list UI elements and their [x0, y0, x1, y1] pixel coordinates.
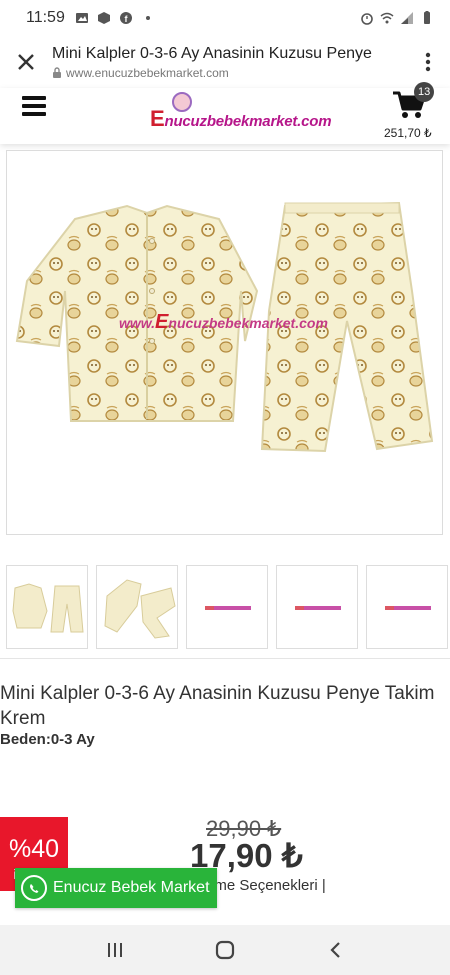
- cart-total: 251,70 ₺: [384, 126, 432, 140]
- thumbnail-3[interactable]: [186, 565, 268, 649]
- close-tab-button[interactable]: [0, 36, 52, 88]
- thumbnail-logo-image: [385, 606, 431, 610]
- alarm-icon: [361, 13, 373, 25]
- browser-menu-button[interactable]: [406, 36, 450, 88]
- recent-apps-icon: [108, 943, 122, 957]
- thumbnail-logo-image: [295, 606, 341, 610]
- system-icons: [360, 11, 434, 25]
- payment-options-link[interactable]: eme Seçenekleri |: [206, 877, 326, 894]
- system-nav-bar: [0, 925, 450, 975]
- back-button[interactable]: [315, 930, 355, 970]
- close-icon: [18, 54, 34, 70]
- section-divider: [0, 658, 450, 659]
- home-button[interactable]: [205, 930, 245, 970]
- page-title: Mini Kalpler 0-3-6 Ay Anasinin Kuzusu Pe…: [52, 44, 372, 62]
- thumbnail-logo-image: [205, 606, 251, 610]
- product-size: Beden:0-3 Ay: [0, 731, 95, 748]
- cart-count-badge: 13: [414, 82, 435, 102]
- logo-text: Enucuzbebekmarket.com: [150, 106, 332, 131]
- product-main-image[interactable]: www.Enucuzbebekmarket.com: [6, 150, 443, 535]
- app-root: 11:59 f Mini Kalpler 0-3-6 Ay Anasinin K…: [0, 0, 450, 975]
- thumbnail-4[interactable]: [276, 565, 358, 649]
- pajama-set-illustration: [15, 201, 434, 453]
- url-block[interactable]: Mini Kalpler 0-3-6 Ay Anasinin Kuzusu Pe…: [52, 45, 406, 80]
- whatsapp-label: Enucuz Bebek Market: [53, 879, 210, 896]
- more-vert-icon: [425, 52, 431, 72]
- gallery-icon: [75, 13, 88, 23]
- status-time: 11:59: [26, 9, 65, 26]
- thumbnail-5[interactable]: [366, 565, 448, 649]
- whatsapp-icon: [21, 875, 47, 901]
- package-icon: [97, 12, 110, 24]
- home-icon: [215, 940, 235, 960]
- cart-button[interactable]: 13: [392, 82, 435, 124]
- image-watermark: www.Enucuzbebekmarket.com: [119, 311, 328, 333]
- recent-apps-button[interactable]: [95, 930, 135, 970]
- dot-icon: [145, 16, 150, 20]
- site-logo[interactable]: Enucuzbebekmarket.com: [150, 92, 332, 132]
- wifi-icon: [380, 12, 394, 24]
- url-text: www.enucuzbebekmarket.com: [66, 65, 229, 80]
- thumbnail-pajama-image: [104, 579, 176, 639]
- thumbnail-strip: [0, 565, 450, 657]
- thumbnail-pajama-image: [12, 583, 84, 633]
- browser-toolbar: Mini Kalpler 0-3-6 Ay Anasinin Kuzusu Pe…: [0, 36, 450, 88]
- status-bar: 11:59 f: [0, 0, 450, 36]
- notification-icons: f: [75, 11, 155, 25]
- back-icon: [330, 942, 340, 958]
- url-line: www.enucuzbebekmarket.com: [52, 66, 406, 80]
- hamburger-icon[interactable]: [22, 96, 46, 116]
- product-title: Mini Kalpler 0-3-6 Ay Anasinin Kuzusu Pe…: [0, 683, 435, 729]
- whatsapp-button[interactable]: Enucuz Bebek Market: [15, 868, 217, 908]
- battery-icon: [424, 11, 430, 24]
- thumbnail-2[interactable]: [96, 565, 178, 649]
- discount-percent: %40: [8, 835, 60, 863]
- signal-icon: [401, 12, 413, 24]
- site-header: Enucuzbebekmarket.com 13 251,70 ₺: [0, 82, 450, 144]
- facebook-icon: f: [119, 12, 132, 24]
- lock-icon: [53, 67, 61, 78]
- thumbnail-1[interactable]: [6, 565, 88, 649]
